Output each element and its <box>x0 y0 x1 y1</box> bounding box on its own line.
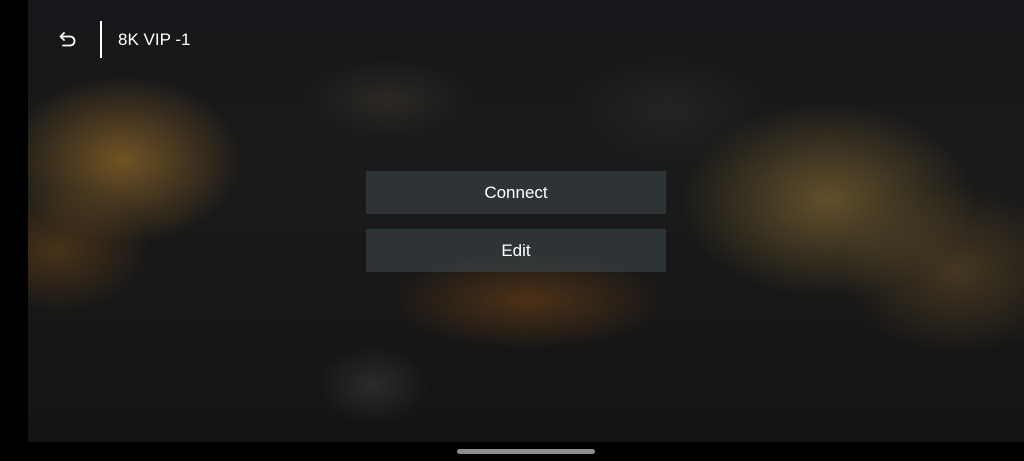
page-title: 8K VIP -1 <box>118 30 191 49</box>
back-arrow-icon <box>59 32 76 47</box>
top-bar: 8K VIP -1 <box>28 0 1024 80</box>
connect-button[interactable]: Connect <box>366 171 666 214</box>
edit-button[interactable]: Edit <box>366 229 666 272</box>
home-indicator[interactable] <box>457 449 595 454</box>
app-screen: 8K VIP -1 Connect Edit <box>0 0 1024 461</box>
header-divider <box>100 21 102 58</box>
back-button[interactable] <box>54 26 82 54</box>
